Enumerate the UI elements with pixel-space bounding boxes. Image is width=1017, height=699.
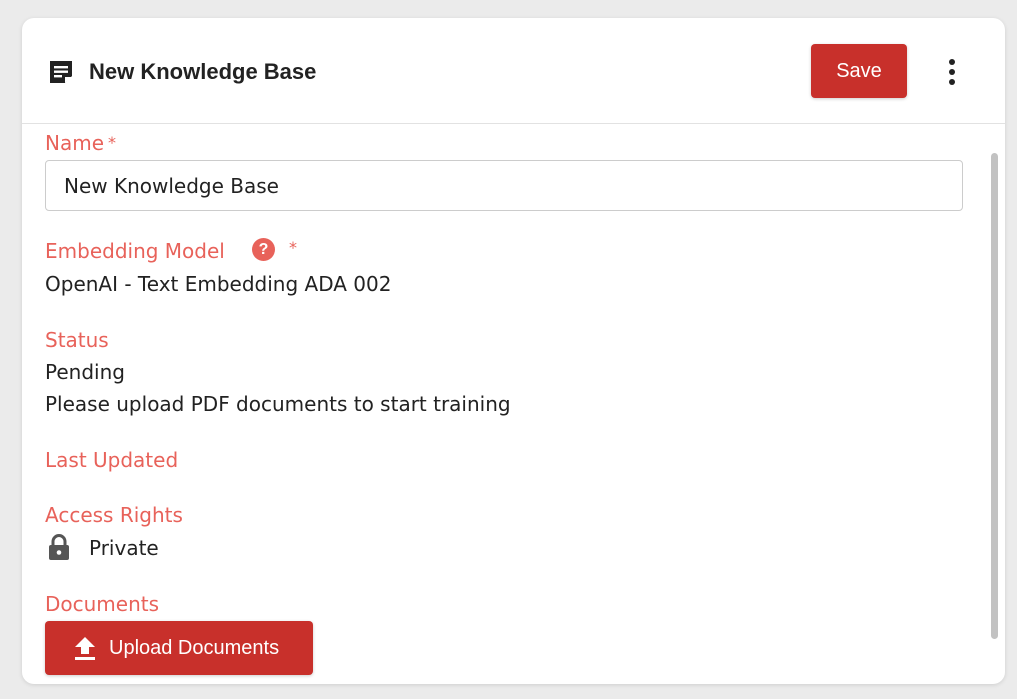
knowledge-base-card: New Knowledge Base Save Name* Embedding … — [22, 18, 1005, 684]
card-header: New Knowledge Base Save — [22, 18, 1005, 124]
name-label: Name * — [45, 131, 117, 155]
vertical-scrollbar[interactable] — [991, 153, 998, 639]
required-mark: * — [289, 238, 297, 257]
last-updated-label: Last Updated — [45, 448, 179, 472]
documents-label: Documents — [45, 592, 160, 616]
access-rights-value: Private — [89, 536, 159, 560]
more-vertical-icon[interactable] — [938, 56, 966, 88]
upload-documents-label: Upload Documents — [109, 636, 280, 659]
upload-documents-button[interactable]: Upload Documents — [45, 621, 313, 675]
document-note-icon — [50, 61, 72, 83]
save-button[interactable]: Save — [811, 44, 907, 98]
embedding-model-value: OpenAI - Text Embedding ADA 002 — [45, 272, 392, 296]
name-input[interactable] — [45, 160, 963, 211]
access-rights-label: Access Rights — [45, 503, 183, 527]
status-value: Pending — [45, 360, 125, 384]
help-icon[interactable]: ? — [252, 238, 275, 261]
upload-icon — [75, 637, 95, 660]
embedding-model-label: Embedding Model — [45, 239, 225, 263]
status-label: Status — [45, 328, 109, 352]
lock-icon — [49, 534, 69, 560]
status-message: Please upload PDF documents to start tra… — [45, 392, 511, 416]
form-body: Name* Embedding Model ? * OpenAI - Text … — [22, 125, 1005, 684]
page-title: New Knowledge Base — [89, 59, 317, 84]
